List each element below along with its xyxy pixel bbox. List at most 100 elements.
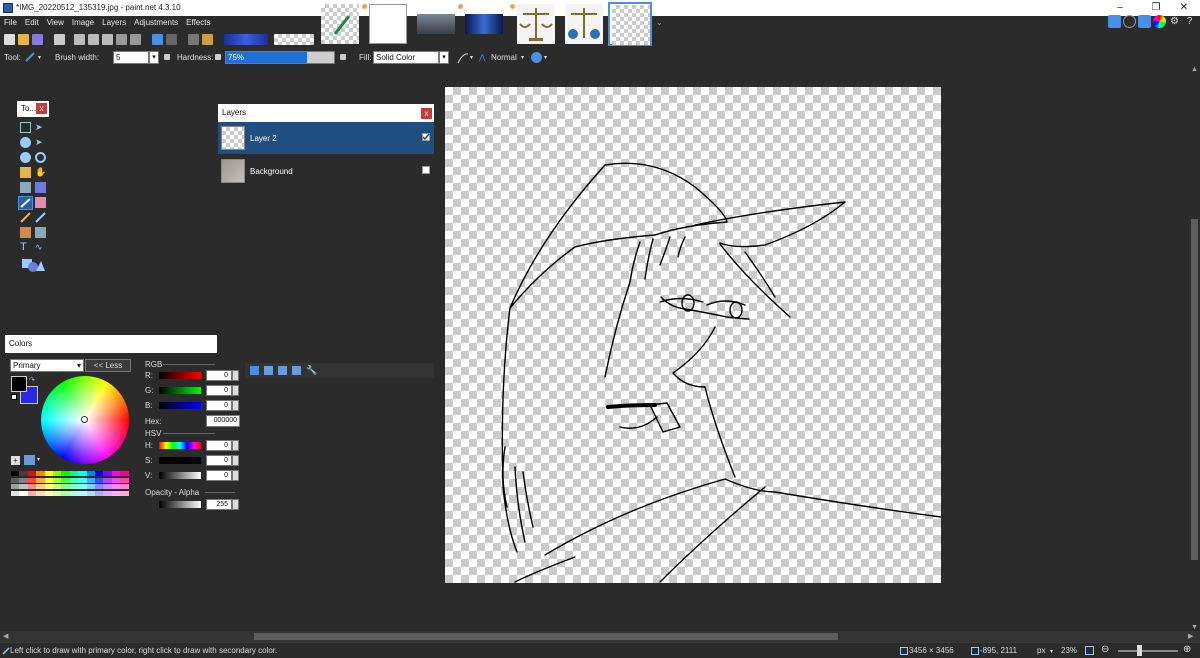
deselect-icon[interactable] [130, 34, 141, 45]
colors-toggle-icon[interactable] [1153, 15, 1166, 28]
palette-swatch[interactable] [120, 490, 129, 496]
blue-spinner-icon[interactable] [232, 400, 239, 411]
layers-panel-close-button[interactable]: x [421, 108, 432, 119]
menu-adjustments[interactable]: Adjustments [130, 16, 182, 30]
palette-swatch[interactable] [61, 477, 70, 483]
red-input[interactable]: 0 [206, 370, 232, 381]
palette-swatch[interactable] [61, 471, 70, 476]
palette-swatch[interactable] [78, 477, 87, 483]
palette-swatch[interactable] [36, 477, 45, 483]
grid-icon[interactable] [188, 34, 199, 45]
recent-image-strip[interactable] [274, 34, 314, 45]
duplicate-layer-icon[interactable] [250, 366, 259, 375]
help-icon[interactable]: ? [1183, 15, 1196, 28]
palette-swatch[interactable] [120, 477, 129, 483]
zoom-slider-knob[interactable] [1137, 645, 1142, 656]
primary-color-swatch[interactable] [11, 376, 27, 392]
zoom-out-icon[interactable]: ⊖ [1101, 644, 1109, 655]
palette-swatch[interactable] [36, 484, 45, 489]
move-selected-icon[interactable]: ➤ [35, 122, 46, 133]
palette-swatch[interactable] [86, 477, 95, 483]
tool-dropdown-icon[interactable]: ▾ [38, 54, 41, 61]
palette-menu-icon[interactable] [24, 455, 35, 465]
hex-input[interactable]: 000000 [206, 415, 240, 427]
palette-swatch[interactable] [53, 484, 62, 489]
hue-slider[interactable] [159, 442, 201, 449]
layer-visibility-checkbox[interactable] [422, 166, 430, 174]
palette-swatch[interactable] [95, 490, 104, 496]
palette-swatch[interactable] [103, 471, 112, 476]
color-picker-icon[interactable] [35, 212, 46, 223]
palette-swatch[interactable] [27, 471, 37, 476]
clone-stamp-icon[interactable] [20, 227, 31, 238]
palette-swatch[interactable] [111, 490, 121, 496]
palette-swatch[interactable] [27, 484, 37, 489]
clipping-dropdown-icon[interactable]: ▾ [544, 54, 547, 61]
rectangle-select-icon[interactable] [20, 122, 31, 133]
hue-spinner-icon[interactable] [232, 440, 239, 451]
palette-swatch[interactable] [103, 477, 112, 483]
save-icon[interactable] [32, 34, 43, 45]
palette-swatch[interactable] [19, 477, 28, 483]
zoom-to-window-icon[interactable] [1085, 646, 1094, 655]
zoom-icon[interactable] [35, 152, 46, 163]
ellipse-select-icon[interactable] [20, 152, 31, 163]
palette-swatch[interactable] [86, 484, 95, 489]
zoom-in-icon[interactable]: ⊕ [1183, 644, 1191, 655]
settings-gear-icon[interactable]: ⚙ [1168, 15, 1181, 28]
brush-width-input[interactable]: 5 [113, 51, 149, 64]
palette-swatch[interactable] [36, 471, 45, 476]
gradient-icon[interactable] [35, 182, 46, 193]
hardness-decrease-icon[interactable] [215, 54, 221, 60]
paintbrush-icon[interactable] [18, 196, 33, 210]
blend-mode-select[interactable]: Normal [491, 53, 517, 62]
value-spinner-icon[interactable] [232, 470, 239, 481]
layer-visibility-checkbox[interactable] [422, 133, 430, 141]
red-spinner-icon[interactable] [232, 370, 239, 381]
palette-swatch[interactable] [27, 477, 37, 483]
horizontal-scrollbar-thumb[interactable] [254, 633, 838, 640]
new-file-icon[interactable] [4, 34, 15, 45]
copy-icon[interactable] [88, 34, 99, 45]
green-slider[interactable] [159, 387, 201, 394]
move-selection-icon[interactable]: ➤ [35, 137, 46, 148]
menu-edit[interactable]: Edit [21, 16, 43, 30]
palette-dropdown-icon[interactable]: ▾ [37, 456, 40, 463]
palette-swatch[interactable] [69, 471, 79, 476]
blue-slider[interactable] [159, 402, 201, 409]
minimize-button[interactable]: – [1100, 0, 1140, 16]
hardness-increase-icon[interactable] [340, 54, 346, 60]
scroll-left-icon[interactable]: ◀ [3, 632, 8, 640]
palette-swatch[interactable] [53, 471, 62, 476]
swap-colors-icon[interactable]: ↷ [29, 376, 35, 384]
selection-clipping-icon[interactable] [531, 52, 542, 63]
menu-view[interactable]: View [43, 16, 68, 30]
palette-swatch[interactable] [53, 490, 62, 496]
palette-swatch[interactable] [95, 471, 104, 476]
palette-swatch[interactable] [95, 484, 104, 489]
palette-swatch[interactable] [86, 490, 95, 496]
vertical-scrollbar-thumb[interactable] [1191, 219, 1198, 560]
palette-swatch[interactable] [53, 477, 62, 483]
pan-hand-icon[interactable]: ✋ [35, 167, 46, 178]
layers-toggle-icon[interactable] [1138, 15, 1151, 28]
menu-image[interactable]: Image [68, 16, 98, 30]
palette-swatch[interactable] [120, 471, 129, 476]
menu-layers[interactable]: Layers [98, 16, 130, 30]
tabs-dropdown-icon[interactable]: ⌄ [656, 18, 663, 27]
antialiasing-dropdown-icon[interactable]: ▾ [470, 54, 473, 61]
palette-swatch[interactable] [86, 471, 95, 476]
paint-bucket-icon[interactable] [20, 182, 31, 193]
palette-swatch[interactable] [61, 484, 70, 489]
blend-mode-dropdown-icon[interactable]: ▾ [521, 54, 524, 61]
palette-swatch[interactable] [103, 490, 112, 496]
palette-swatch[interactable] [44, 490, 53, 496]
cut-icon[interactable] [74, 34, 85, 45]
paste-icon[interactable] [102, 34, 113, 45]
less-button[interactable]: << Less [85, 359, 131, 372]
paintbrush-tool-icon[interactable] [24, 51, 36, 63]
vertical-scrollbar[interactable]: ▲ ▼ [1189, 66, 1200, 631]
close-window-button[interactable]: ✕ [1164, 0, 1200, 16]
horizontal-scrollbar[interactable]: ◀ ▶ [0, 631, 1200, 642]
scroll-down-icon[interactable]: ▼ [1191, 624, 1198, 631]
